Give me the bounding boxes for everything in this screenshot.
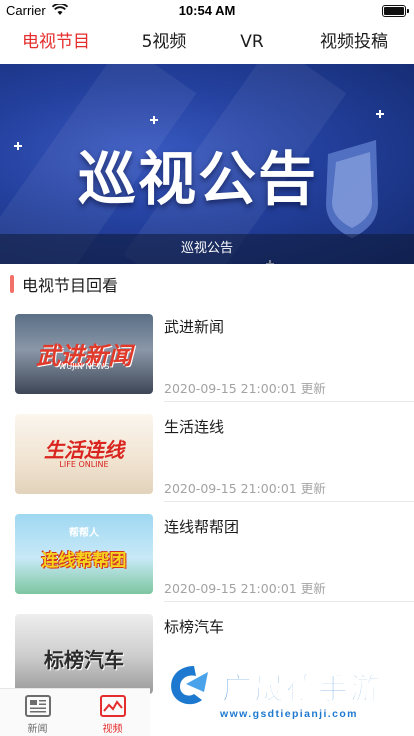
program-list: 武进新闻 WUJIN NEWS 武进新闻 2020-09-15 21:00:01…: [0, 302, 414, 702]
news-icon: [24, 695, 51, 717]
sparkle-icon: [150, 116, 158, 124]
program-title: 武进新闻: [164, 318, 225, 336]
nav-label-video: 视频: [102, 724, 123, 735]
program-updated: 2020-09-15 21:00:01 更新: [164, 481, 326, 496]
program-updated: 2020-09-15 21:00:01 更新: [164, 381, 326, 396]
program-title: 标榜汽车: [164, 618, 225, 636]
tab-5-videos[interactable]: 5视频: [118, 22, 210, 62]
tab-vr[interactable]: VR: [210, 22, 294, 62]
status-time: 10:54 AM: [178, 3, 236, 18]
thumb-title: 生活连线: [44, 438, 124, 462]
tab-video-submission[interactable]: 视频投稿: [294, 22, 414, 62]
banner-caption: 巡视公告: [0, 234, 414, 264]
thumbnail-help-group: 帮帮人 连线帮帮团: [15, 514, 153, 594]
nav-item-news[interactable]: 新闻: [0, 689, 75, 736]
banner-carousel[interactable]: 巡视公告 巡视公告: [0, 64, 414, 264]
thumb-title: 连线帮帮团: [41, 551, 127, 571]
nav-label-news: 新闻: [27, 724, 48, 735]
thumb-subtitle: 帮帮人: [69, 528, 99, 539]
thumb-subtitle: LIFE ONLINE: [59, 460, 109, 469]
thumbnail-wujin-news: 武进新闻 WUJIN NEWS: [15, 314, 153, 394]
nav-item-video[interactable]: 视频: [75, 689, 150, 736]
banner-title: 巡视公告: [78, 145, 319, 213]
list-item[interactable]: 生活连线 LIFE ONLINE 生活连线 2020-09-15 21:00:0…: [0, 402, 414, 502]
thumbnail-auto-show: 标榜汽车: [15, 614, 153, 694]
list-item[interactable]: 帮帮人 连线帮帮团 连线帮帮团 2020-09-15 21:00:01 更新: [0, 502, 414, 602]
watermark-url: www.gsdtiepianji.com: [220, 708, 358, 720]
battery-icon: [382, 5, 409, 17]
status-bar: Carrier 10:54 AM: [0, 0, 414, 22]
sparkle-icon: [376, 110, 384, 118]
watermark-logo-icon: [171, 666, 208, 705]
program-title: 连线帮帮团: [164, 518, 240, 536]
thumbnail-life-online: 生活连线 LIFE ONLINE: [15, 414, 153, 494]
section-accent-bar: [10, 275, 14, 293]
section-header: 电视节目回看: [0, 272, 414, 296]
thumb-subtitle: WUJIN NEWS: [58, 362, 110, 371]
watermark: 广晟德手游 www.gsdtiepianji.com: [150, 652, 414, 736]
watermark-title: 广晟德手游: [222, 672, 382, 708]
list-item[interactable]: 武进新闻 WUJIN NEWS 武进新闻 2020-09-15 21:00:01…: [0, 302, 414, 402]
shield-icon: [326, 140, 378, 238]
thumb-title: 标榜汽车: [44, 648, 124, 672]
tab-tv-programs[interactable]: 电视节目: [0, 22, 118, 62]
channel-tabs: 电视节目 5视频 VR 视频投稿: [0, 22, 414, 62]
program-updated: 2020-09-15 21:00:01 更新: [164, 581, 326, 596]
program-title: 生活连线: [164, 418, 225, 436]
bottom-navigation: 新闻 视频: [0, 688, 150, 736]
sparkle-icon: [14, 142, 22, 150]
video-icon: [99, 695, 126, 717]
section-title: 电视节目回看: [22, 276, 119, 295]
